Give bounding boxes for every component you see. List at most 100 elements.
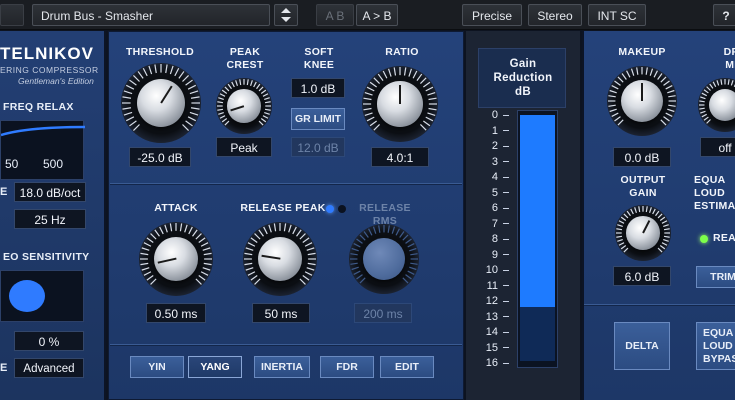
knob-tick: [200, 271, 209, 276]
knob-tick: [700, 96, 706, 100]
knob-tick: [140, 262, 149, 266]
knob-tick: [185, 120, 193, 127]
release-rms-value[interactable]: 200 ms: [354, 303, 412, 323]
knob-tick: [608, 104, 616, 107]
knob-tick: [140, 252, 149, 256]
knob-tick: [617, 119, 624, 126]
knob-tick: [137, 71, 144, 79]
knob-tick: [668, 95, 676, 98]
freq-relax-display[interactable]: 50 500: [0, 120, 85, 180]
knob-tick: [700, 110, 706, 114]
help-icon[interactable]: ?: [713, 4, 735, 26]
inertia-button[interactable]: INERTIA: [254, 356, 310, 378]
knob-tick: [359, 277, 366, 284]
knob-tick: [218, 112, 224, 115]
release-rms-led[interactable]: [338, 205, 346, 213]
output-gain-knob[interactable]: [615, 205, 671, 261]
stereo-sensitivity-label: EO SENSITIVITY: [3, 251, 90, 263]
trim-button[interactable]: TRIM: [696, 266, 735, 288]
knob-tick: [364, 91, 373, 96]
preset-selector[interactable]: Drum Bus - Smasher: [32, 4, 270, 26]
meter-hold-bar: [520, 307, 555, 361]
stereo-sensitivity-pad[interactable]: [0, 270, 84, 322]
meter-tick: 7: [478, 218, 514, 230]
fdr-button[interactable]: FDR: [320, 356, 374, 378]
preset-up-down-icon[interactable]: [274, 4, 298, 26]
knob-tick: [366, 86, 375, 92]
knob-tick: [665, 112, 673, 117]
gr-limit-value[interactable]: 12.0 dB: [291, 137, 345, 157]
release-rms-knob[interactable]: [349, 224, 419, 294]
knob-tick: [260, 89, 267, 94]
knob-tick: [154, 229, 160, 237]
release-peak-label[interactable]: RELEASE PEAK: [238, 202, 328, 215]
knob-tick: [218, 97, 224, 100]
threshold-value[interactable]: -25.0 dB: [129, 147, 191, 167]
equal-loudness-bypass-button[interactable]: EQUA LOUD BYPAS: [696, 322, 735, 370]
meter-tick: 1: [478, 125, 514, 137]
knob-tick: [190, 107, 200, 110]
knob-tick: [616, 228, 623, 231]
knob-tick: [262, 115, 269, 119]
knob-pointer: [157, 258, 177, 265]
knob-tick: [296, 229, 302, 237]
knob-tick: [353, 243, 361, 248]
gr-limit-button[interactable]: GR LIMIT: [291, 108, 345, 130]
hz-value[interactable]: 25 Hz: [14, 209, 86, 229]
release-peak-knob[interactable]: [243, 222, 317, 296]
realtime-led[interactable]: [700, 235, 708, 243]
knob-tick: [195, 233, 202, 240]
knob-tick: [169, 223, 173, 232]
threshold-knob[interactable]: [121, 63, 201, 143]
meter-tick: 15: [478, 342, 514, 354]
knob-tick: [253, 81, 257, 88]
meter-tick: 3: [478, 156, 514, 168]
attack-knob[interactable]: [139, 222, 213, 296]
knob-tick: [306, 247, 315, 251]
sensitivity-dot[interactable]: [9, 280, 45, 312]
knob-tick: [363, 97, 372, 101]
dry-mix-value[interactable]: off: [700, 137, 735, 157]
knob-tick: [179, 223, 183, 232]
meter-tick-mark: [503, 269, 509, 271]
edit-button[interactable]: EDIT: [380, 356, 434, 378]
stereo-button[interactable]: Stereo: [528, 4, 582, 26]
yin-button[interactable]: YIN: [130, 356, 184, 378]
knob-tick: [143, 242, 152, 247]
divider: [110, 344, 462, 345]
ratio-knob[interactable]: [362, 66, 438, 142]
makeup-knob[interactable]: [607, 66, 677, 136]
int-sc-button[interactable]: INT SC: [588, 4, 646, 26]
peak-crest-knob[interactable]: [216, 78, 272, 134]
release-peak-value[interactable]: 50 ms: [252, 303, 310, 323]
meter-track: [517, 110, 558, 368]
a-to-b-button[interactable]: A > B: [356, 4, 398, 26]
knob-tick: [609, 108, 617, 113]
up-down-arrows-icon: [281, 8, 291, 22]
knob-tick: [219, 115, 226, 119]
freq-high: 500: [43, 157, 64, 171]
slope-value[interactable]: 18.0 dB/oct: [14, 182, 86, 202]
knob-tick: [423, 81, 431, 88]
precise-button[interactable]: Precise: [462, 4, 522, 26]
dry-mix-knob[interactable]: [698, 78, 735, 132]
knob-tick: [630, 68, 635, 76]
knob-tick: [423, 120, 431, 127]
knob-tick: [202, 267, 211, 271]
ab-button[interactable]: A B: [316, 4, 354, 26]
output-gain-value[interactable]: 6.0 dB: [613, 266, 671, 286]
release-peak-led[interactable]: [326, 205, 334, 213]
meter-tick: 13: [478, 311, 514, 323]
ratio-value[interactable]: 4.0:1: [371, 147, 429, 167]
percent-value[interactable]: 0 %: [14, 331, 84, 351]
mode-value[interactable]: Advanced: [14, 358, 84, 378]
knob-tick: [189, 111, 199, 116]
soft-knee-value[interactable]: 1.0 dB: [291, 78, 345, 98]
yang-button[interactable]: YANG: [188, 356, 242, 378]
knob-tick: [655, 210, 660, 217]
makeup-value[interactable]: 0.0 dB: [613, 147, 671, 167]
peak-crest-value[interactable]: Peak: [216, 137, 272, 157]
attack-value[interactable]: 0.50 ms: [146, 303, 206, 323]
knob-tick: [200, 242, 209, 247]
delta-button[interactable]: DELTA: [614, 322, 670, 370]
